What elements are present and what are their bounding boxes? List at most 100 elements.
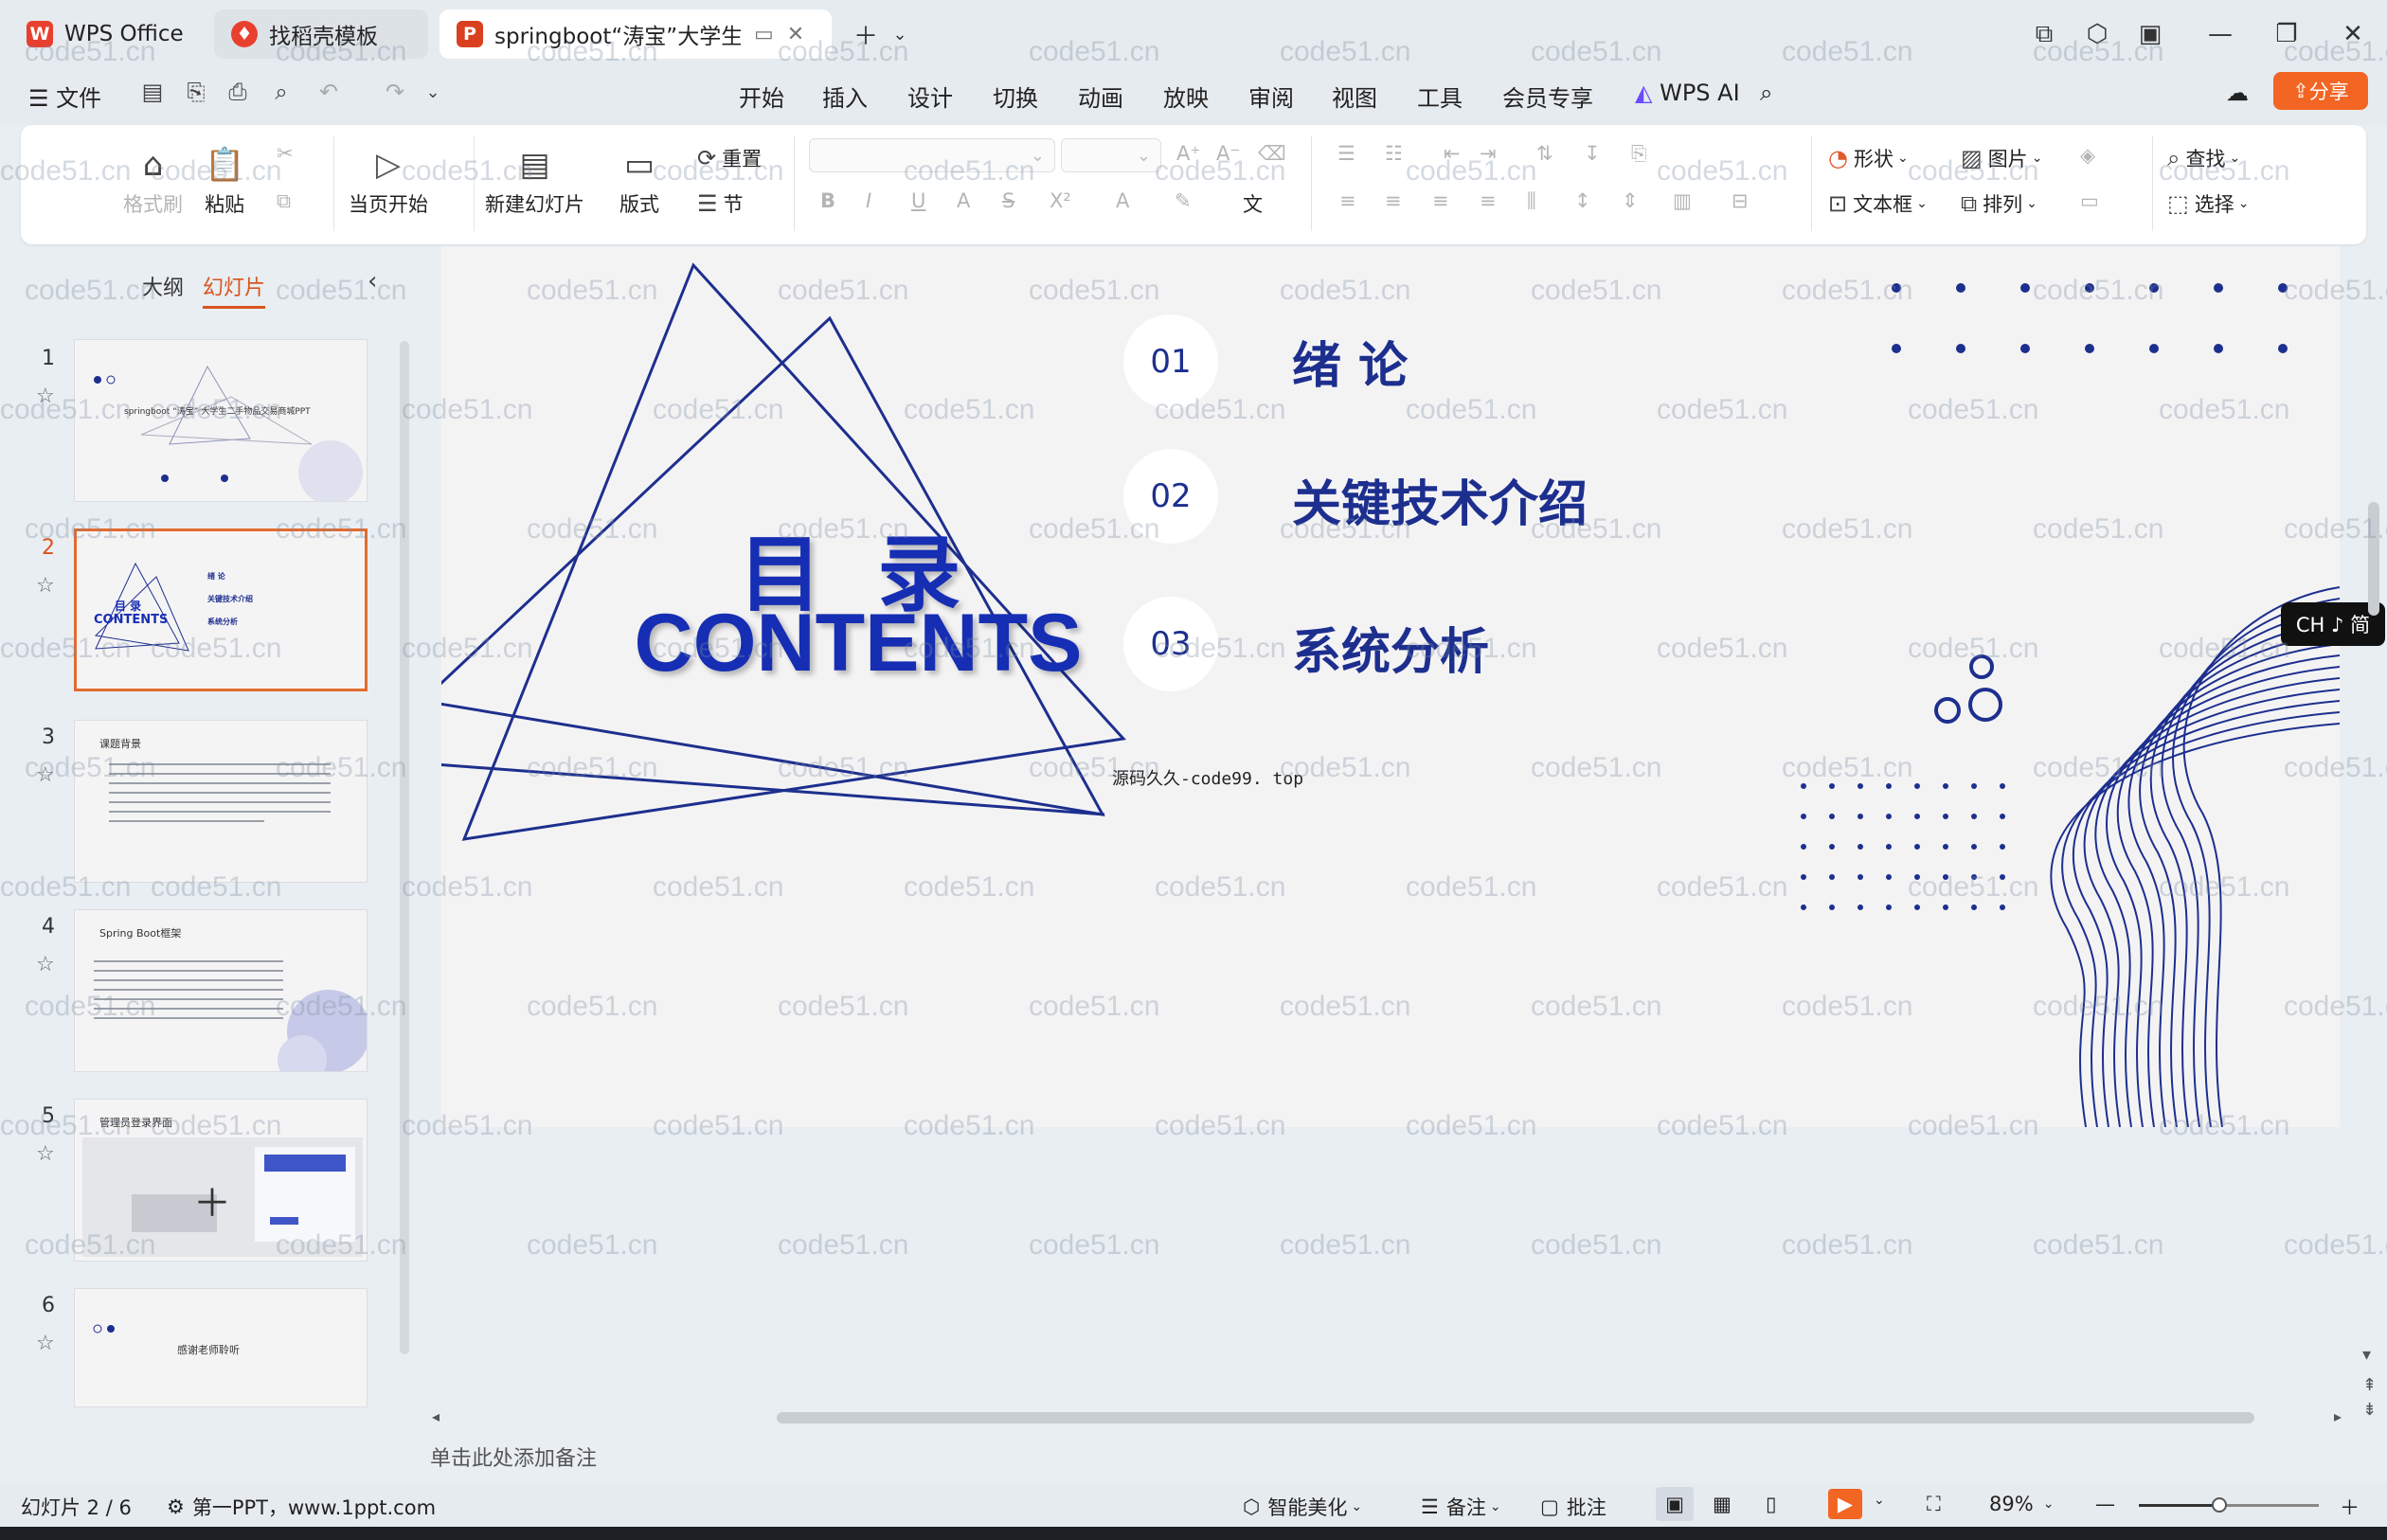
outline-color-icon[interactable]: ▭ bbox=[2080, 189, 2099, 212]
fill-color-icon[interactable]: ◈ bbox=[2080, 144, 2095, 167]
notes-placeholder[interactable]: 单击此处添加备注 bbox=[430, 1442, 597, 1472]
add-slide-icon[interactable]: ＋ bbox=[193, 1173, 231, 1227]
menu-review[interactable]: 审阅 bbox=[1248, 80, 1294, 113]
menu-insert[interactable]: 插入 bbox=[822, 80, 868, 113]
slide-sorter-icon[interactable]: ▦ bbox=[1713, 1493, 1732, 1515]
text-align-icon[interactable]: ⊟ bbox=[1732, 189, 1749, 212]
template-credit[interactable]: ⚙ 第一PPT，www.1ppt.com bbox=[167, 1493, 436, 1521]
underline-icon[interactable]: U bbox=[911, 189, 925, 212]
line-spacing-icon[interactable]: ↕ bbox=[1574, 189, 1591, 212]
superscript-icon[interactable]: X² bbox=[1050, 189, 1071, 212]
reading-view-icon[interactable]: ▯ bbox=[1766, 1493, 1777, 1515]
star-icon[interactable]: ☆ bbox=[36, 1332, 55, 1355]
decrease-indent-icon[interactable]: ⇤ bbox=[1444, 142, 1461, 165]
collapse-panel-icon[interactable]: ‹ bbox=[368, 267, 377, 295]
save-icon[interactable]: ▤ bbox=[136, 76, 169, 108]
new-slide-button[interactable]: ▤ 新建幻灯片 bbox=[485, 146, 584, 218]
menu-tools[interactable]: 工具 bbox=[1417, 80, 1463, 113]
zoom-level[interactable]: 89% ⌄ bbox=[1989, 1493, 2054, 1515]
align-center-icon[interactable]: ≡ bbox=[1385, 189, 1402, 212]
slide-thumbnail-1[interactable]: springboot “涛宝” 大学生二手物品交易商城PPT bbox=[74, 339, 368, 502]
tab-wps-office[interactable]: W WPS Office bbox=[9, 9, 205, 59]
fit-window-icon[interactable]: ⛶ bbox=[1927, 1493, 1941, 1516]
cloud-upload-icon[interactable]: ☁ bbox=[2226, 80, 2249, 106]
search-icon[interactable]: ⌕ bbox=[1760, 80, 1772, 106]
menu-design[interactable]: 设计 bbox=[907, 80, 953, 113]
copy-icon[interactable]: ⧉ bbox=[277, 189, 291, 213]
normal-view-icon[interactable]: ▣ bbox=[1656, 1487, 1694, 1521]
shape-button[interactable]: ◔ 形状 ⌄ bbox=[1828, 144, 1909, 172]
minimize-icon[interactable]: — bbox=[2201, 15, 2239, 53]
chevron-down-icon[interactable]: ⌄ bbox=[1874, 1493, 1885, 1508]
scroll-left-icon[interactable]: ◂ bbox=[432, 1407, 440, 1425]
maximize-icon[interactable]: ❐ bbox=[2268, 15, 2306, 53]
tab-slides[interactable]: 幻灯片 bbox=[203, 271, 266, 309]
clear-format-icon[interactable]: ⌫ bbox=[1258, 142, 1286, 165]
chevron-down-icon[interactable]: ⌄ bbox=[417, 76, 449, 108]
strikethrough-icon[interactable]: S bbox=[1002, 189, 1014, 212]
close-tab-icon[interactable]: ✕ bbox=[787, 23, 804, 46]
layout-button[interactable]: ▭ 版式 bbox=[619, 146, 659, 218]
menu-transition[interactable]: 切换 bbox=[993, 80, 1038, 113]
bullet-list-icon[interactable]: ☰ bbox=[1337, 142, 1355, 165]
format-painter-button[interactable]: ⌂ 格式刷 bbox=[123, 146, 183, 218]
print-icon[interactable]: ⎙ bbox=[222, 76, 254, 108]
menu-slideshow[interactable]: 放映 bbox=[1163, 80, 1209, 113]
export-icon[interactable]: ⎘ bbox=[180, 76, 212, 108]
star-icon[interactable]: ☆ bbox=[36, 763, 55, 787]
cube-icon[interactable]: ⬡ bbox=[2078, 15, 2116, 53]
increase-font-icon[interactable]: A⁺ bbox=[1176, 142, 1200, 165]
tab-presentation[interactable]: P springboot“涛宝”大学生二 ▭ ✕ bbox=[440, 9, 832, 59]
new-tab-icon[interactable]: ＋ bbox=[847, 15, 885, 53]
print-preview-icon[interactable]: ⌕ bbox=[265, 76, 297, 108]
highlight-icon[interactable]: ✎ bbox=[1175, 189, 1192, 212]
font-name-select[interactable]: ⌄ bbox=[809, 138, 1055, 172]
align-right-icon[interactable]: ≡ bbox=[1432, 189, 1449, 212]
menu-wps-ai[interactable]: ◭ WPS AI bbox=[1635, 80, 1740, 106]
zoom-out-icon[interactable]: — bbox=[2095, 1493, 2115, 1515]
comments-button[interactable]: ▢ 批注 bbox=[1540, 1493, 1606, 1521]
text-direction-icon[interactable]: ⇅ bbox=[1536, 142, 1553, 165]
zoom-knob[interactable] bbox=[2211, 1497, 2227, 1513]
menu-view[interactable]: 视图 bbox=[1332, 80, 1377, 113]
phonetic-icon[interactable]: 文 bbox=[1243, 189, 1263, 218]
italic-icon[interactable]: I bbox=[866, 189, 871, 212]
sort-icon[interactable]: ↧ bbox=[1584, 142, 1601, 165]
thumbnail-scrollbar[interactable] bbox=[400, 341, 409, 1354]
screen-icon[interactable]: ▭ bbox=[754, 23, 774, 46]
vertical-scrollbar[interactable] bbox=[2368, 502, 2379, 616]
notes-button[interactable]: ☰ 备注 ⌄ bbox=[1421, 1493, 1501, 1521]
redo-icon[interactable]: ↷ bbox=[379, 76, 411, 108]
slide-thumbnail-6[interactable]: 感谢老师聆听 bbox=[74, 1288, 368, 1407]
undo-icon[interactable]: ↶ bbox=[313, 76, 345, 108]
convert-smartart-icon[interactable]: ⎘ bbox=[1631, 142, 1647, 166]
distribute-icon[interactable]: ⫼ bbox=[1527, 189, 1536, 213]
chevron-down-icon[interactable]: ⌄ bbox=[881, 15, 919, 53]
text-shadow-icon[interactable]: A bbox=[957, 189, 970, 212]
slide-thumbnail-3[interactable]: 课题背景 bbox=[74, 720, 368, 883]
reset-button[interactable]: ⟳ 重置 bbox=[697, 144, 762, 172]
scroll-right-icon[interactable]: ▸ bbox=[2334, 1407, 2342, 1425]
numbered-list-icon[interactable]: ☷ bbox=[1385, 142, 1403, 165]
textbox-button[interactable]: ⊡ 文本框 ⌄ bbox=[1828, 189, 1928, 218]
star-icon[interactable]: ☆ bbox=[36, 574, 55, 598]
play-from-current-button[interactable]: ▷ 当页开始 bbox=[349, 146, 428, 218]
smart-beautify-button[interactable]: ⬡ 智能美化 ⌄ bbox=[1243, 1493, 1362, 1521]
arrange-button[interactable]: ⧉ 排列 ⌄ bbox=[1961, 189, 2037, 218]
picture-button[interactable]: ▨ 图片 ⌄ bbox=[1961, 144, 2042, 172]
bold-icon[interactable]: B bbox=[820, 189, 835, 212]
scroll-down-icon[interactable]: ▾ bbox=[2362, 1345, 2371, 1365]
star-icon[interactable]: ☆ bbox=[36, 953, 55, 976]
zoom-slider[interactable] bbox=[2139, 1497, 2319, 1513]
slide-thumbnail-2[interactable]: 目 录 CONTENTS 绪 论 关键技术介绍 系统分析 bbox=[74, 528, 368, 691]
find-button[interactable]: ⌕ 查找 ⌄ bbox=[2167, 144, 2240, 172]
share-button[interactable]: ⇪ 分享 bbox=[2273, 72, 2368, 110]
menu-animation[interactable]: 动画 bbox=[1078, 80, 1123, 113]
star-icon[interactable]: ☆ bbox=[36, 1142, 55, 1166]
next-slide-icon[interactable]: ⇟ bbox=[2362, 1400, 2377, 1420]
paste-button[interactable]: 📋 粘贴 bbox=[205, 146, 244, 218]
horizontal-scrollbar[interactable] bbox=[777, 1412, 2254, 1424]
increase-indent-icon[interactable]: ⇥ bbox=[1480, 142, 1497, 165]
font-color-icon[interactable]: A bbox=[1116, 189, 1129, 212]
slide-canvas[interactable]: 目 录 CONTENTS 01 绪 论 02 关键技术介绍 03 系统分析 源码… bbox=[441, 246, 2340, 1127]
